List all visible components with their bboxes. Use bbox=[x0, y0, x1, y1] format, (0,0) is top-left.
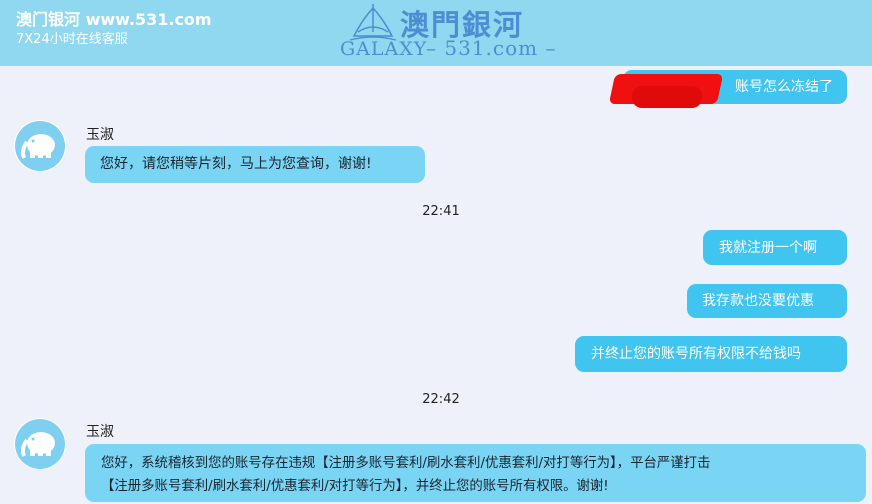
agent-name: 玉淑 bbox=[86, 127, 114, 143]
chat-header: 澳门银河 www.531.com 7X24小时在线客服 澳門銀河 GALAXY … bbox=[0, 0, 872, 66]
logo-english-name: GALAXY bbox=[340, 38, 428, 60]
galaxy-logo: 澳門銀河 GALAXY – 531.com – bbox=[338, 0, 558, 66]
user-message-bubble: 我存款也没要优惠 bbox=[687, 284, 847, 318]
elephant-icon bbox=[15, 121, 65, 171]
message-text: 我存款也没要优惠 bbox=[702, 293, 814, 309]
message-text-line: 您好，系统稽核到您的账号存在违规【注册多账号套利/刷水套利/优惠套利/对打等行为… bbox=[101, 456, 711, 471]
message-text: 我就注册一个啊 bbox=[719, 240, 817, 256]
elephant-icon bbox=[15, 419, 65, 469]
service-hours: 7X24小时在线客服 bbox=[16, 32, 128, 47]
agent-name: 玉淑 bbox=[86, 424, 114, 440]
message-timestamp: 22:41 bbox=[422, 204, 460, 219]
agent-message-bubble: 您好，请您稍等片刻，马上为您查询，谢谢! bbox=[85, 146, 425, 183]
message-text: 并终止您的账号所有权限不给钱吗 bbox=[591, 346, 801, 362]
site-name: 澳门银河 www.531.com bbox=[16, 10, 212, 29]
agent-avatar bbox=[14, 120, 66, 172]
agent-message-bubble: 您好，系统稽核到您的账号存在违规【注册多账号套利/刷水套利/优惠套利/对打等行为… bbox=[85, 444, 866, 502]
message-timestamp: 22:42 bbox=[422, 392, 460, 407]
logo-domain: – 531.com – bbox=[426, 36, 557, 60]
user-message-bubble: 我就注册一个啊 bbox=[703, 230, 847, 265]
user-message-bubble: 并终止您的账号所有权限不给钱吗 bbox=[575, 336, 847, 372]
message-text-line: 【注册多账号套利/刷水套利/优惠套利/对打等行为】，并终止您的账号所有权限。谢谢… bbox=[101, 479, 609, 494]
agent-avatar bbox=[14, 418, 66, 470]
redaction-mark bbox=[632, 86, 702, 108]
message-text: 账号怎么冻结了 bbox=[735, 79, 833, 95]
message-text: 您好，请您稍等片刻，马上为您查询，谢谢! bbox=[100, 156, 372, 172]
